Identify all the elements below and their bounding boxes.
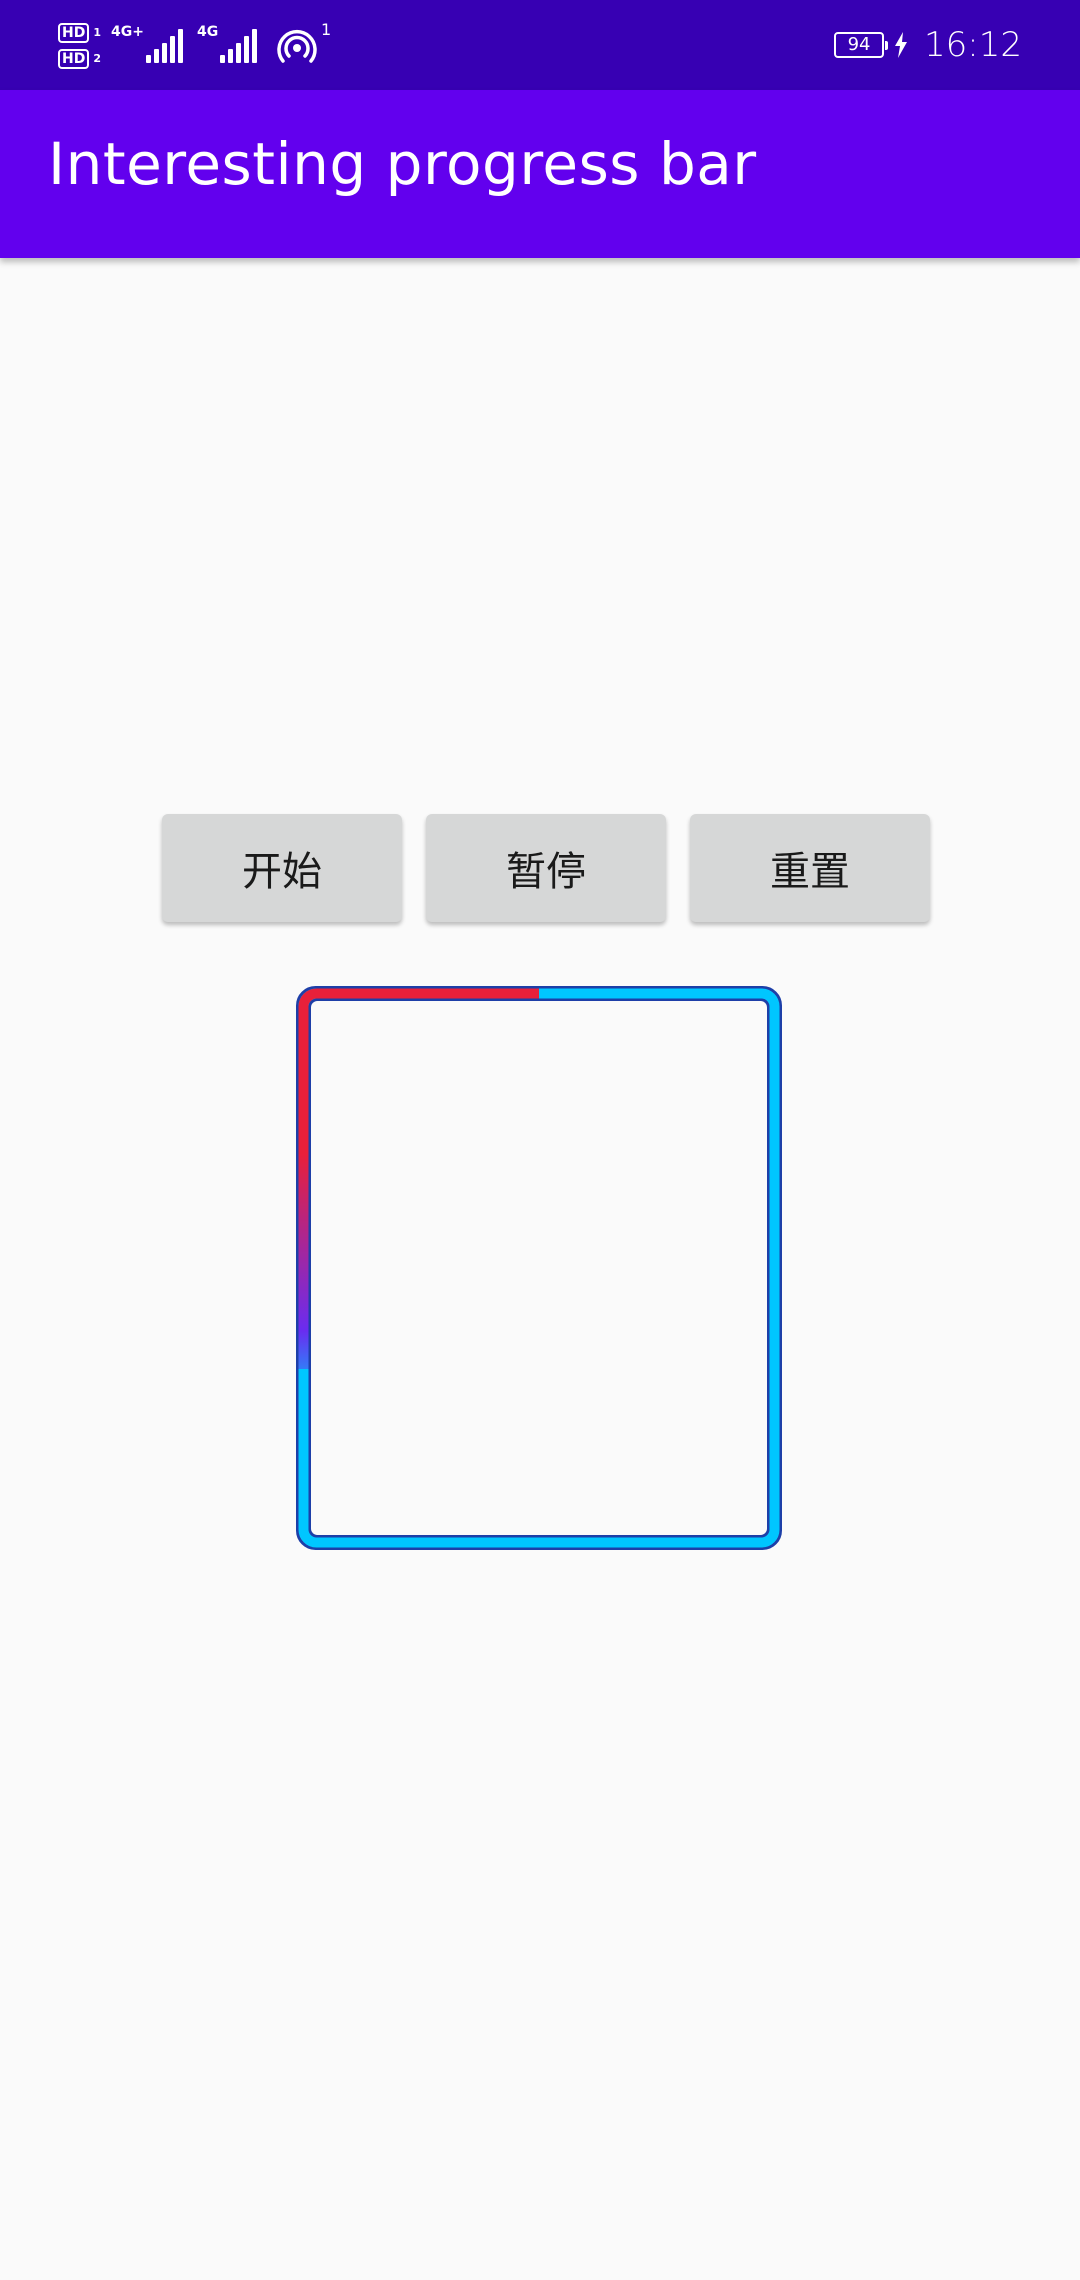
hotspot-icon: 1 [277, 20, 331, 66]
start-button[interactable]: 开始 [162, 814, 402, 922]
sim-slot-2: 2 [93, 52, 101, 65]
status-bar-right: 94 16:12 [834, 20, 1022, 70]
hd-indicators: HD 1 HD 2 [58, 23, 101, 69]
hd-icon: HD 2 [58, 49, 101, 69]
reset-button[interactable]: 重置 [690, 814, 930, 922]
app-title: Interesting progress bar [48, 130, 757, 198]
status-bar-left: HD 1 HD 2 4G+ 4G 1 [58, 14, 331, 78]
hd-label-1: HD [58, 23, 90, 43]
clock: 16:12 [924, 25, 1022, 65]
charging-icon [895, 32, 908, 58]
status-bar: HD 1 HD 2 4G+ 4G 1 94 16:12 [0, 0, 1080, 90]
battery-icon: 94 [834, 32, 889, 58]
progress-graphic [296, 986, 782, 1550]
network-type-1: 4G+ [111, 24, 144, 40]
progress-outline-outer [296, 986, 782, 1550]
network-type-2: 4G [196, 24, 219, 40]
pause-button[interactable]: 暂停 [426, 814, 666, 922]
battery-level: 94 [847, 34, 871, 55]
progress-fill [298, 988, 780, 1548]
rectangular-progress-bar [296, 986, 782, 1550]
hd-icon: HD 1 [58, 23, 101, 43]
signal-icon [145, 29, 183, 63]
sim-slot-1: 1 [93, 26, 101, 39]
hotspot-count: 1 [321, 20, 332, 39]
app-bar: Interesting progress bar [0, 90, 1080, 258]
hd-label-2: HD [58, 49, 90, 69]
progress-outline-inner [308, 998, 770, 1538]
progress-track [298, 988, 780, 1548]
signal-icon [220, 29, 258, 63]
